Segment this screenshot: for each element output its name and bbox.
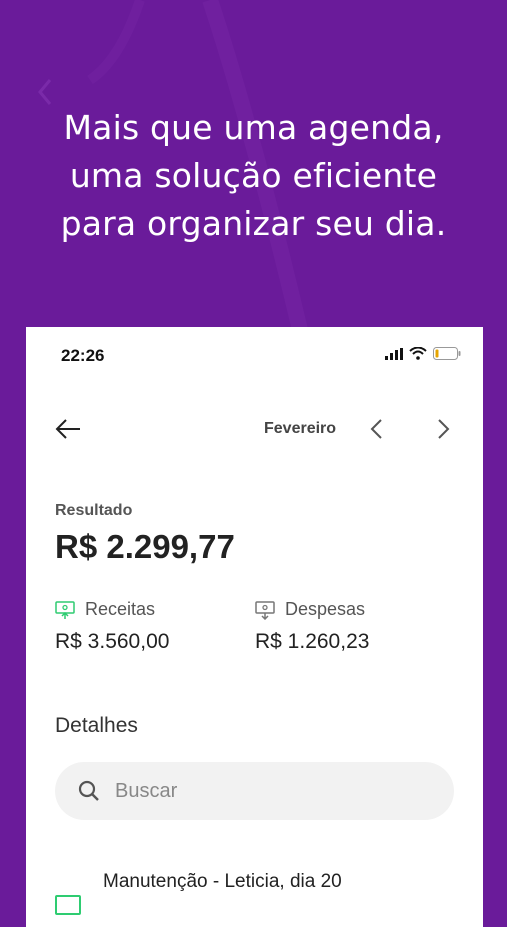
- income-value: R$ 3.560,00: [55, 630, 170, 653]
- expense-label: Despesas: [285, 599, 366, 619]
- headline-line-1: Mais que uma agenda,: [63, 108, 444, 147]
- income-label: Receitas: [85, 599, 156, 619]
- status-time: 22:26: [61, 346, 105, 365]
- search-placeholder: Buscar: [115, 779, 178, 802]
- signal-icon: [385, 347, 403, 360]
- expense-icon: [255, 600, 275, 620]
- previous-month-button[interactable]: [366, 416, 388, 442]
- back-arrow-icon[interactable]: [54, 417, 82, 441]
- search-input[interactable]: Buscar: [55, 762, 454, 820]
- expense-value: R$ 1.260,23: [255, 630, 370, 653]
- status-icons: [385, 347, 461, 360]
- income-icon: [55, 600, 75, 619]
- headline-line-3: para organizar seu dia.: [60, 204, 447, 243]
- income-summary: Receitas R$ 3.560,00: [55, 599, 169, 654]
- details-title: Detalhes: [55, 714, 138, 737]
- month-label: Fevereiro: [264, 420, 337, 437]
- list-item-label: Manutenção - Leticia, dia 20: [103, 871, 342, 892]
- battery-icon: [433, 347, 461, 360]
- expense-summary: Despesas R$ 1.260,23: [255, 599, 369, 654]
- headline-line-2: uma solução eficiente: [69, 156, 438, 195]
- headline: Mais que uma agenda, uma solução eficien…: [0, 104, 507, 248]
- list-item[interactable]: Manutenção - Leticia, dia 20: [55, 869, 455, 915]
- search-icon: [78, 780, 99, 801]
- wifi-icon: [409, 347, 427, 360]
- result-label: Resultado: [55, 502, 133, 519]
- result-value: R$ 2.299,77: [55, 528, 235, 565]
- income-item-icon: [55, 895, 81, 915]
- next-month-button[interactable]: [432, 416, 454, 442]
- phone-screen: 22:26 Fevereiro Resultado R$ 2.299,77 Re…: [26, 327, 483, 927]
